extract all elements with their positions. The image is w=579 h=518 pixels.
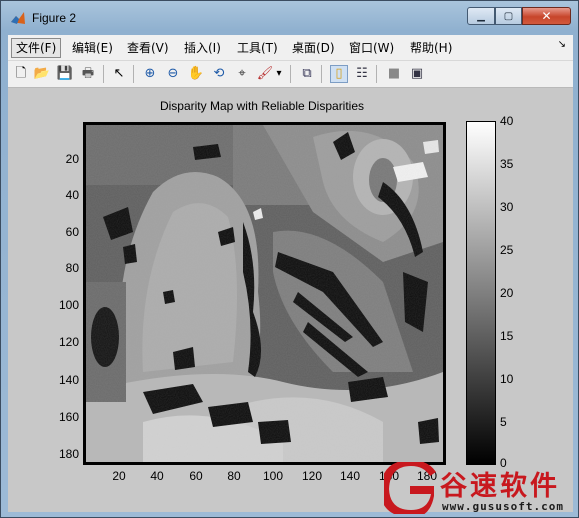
x-tick-label: 20 <box>112 469 126 483</box>
y-tick-label: 60 <box>65 225 79 239</box>
x-tick-label: 100 <box>262 469 284 483</box>
colorbar-tick-label: 15 <box>500 329 514 343</box>
toolbar-separator <box>290 65 291 83</box>
disparity-map-image <box>86 125 443 462</box>
toolbar-separator <box>321 65 322 83</box>
minimize-button[interactable]: ▁ <box>467 7 495 25</box>
toolbar-separator <box>103 65 104 83</box>
menu-insert[interactable]: 插入(I) <box>180 39 225 57</box>
save-icon[interactable]: 💾 <box>56 65 74 83</box>
legend-icon[interactable]: ☷ <box>353 65 371 83</box>
y-tick-label: 140 <box>58 373 79 387</box>
new-figure-icon[interactable]: 🗋 <box>12 65 30 83</box>
x-tick-label: 80 <box>227 469 241 483</box>
watermark-url: www.gususoft.com <box>442 500 564 513</box>
y-tick-label: 40 <box>65 188 79 202</box>
figure-toolbar: 🗋 📂 💾 🖶 ↖ ⊕ ⊖ ✋ ⟲ ⌖ 🖌 ▾ ⧉ ▯ ☷ ■ ▣ <box>8 61 573 88</box>
brush-icon[interactable]: 🖌 <box>256 65 274 83</box>
brush-menu-chevron-icon[interactable]: ▾ <box>274 65 284 83</box>
colorbar-tick-label: 30 <box>500 200 514 214</box>
rotate-3d-icon[interactable]: ⟲ <box>210 65 228 83</box>
colorbar-icon[interactable]: ▯ <box>330 65 348 83</box>
zoom-out-icon[interactable]: ⊖ <box>164 65 182 83</box>
minimize-icon: ▁ <box>477 10 485 22</box>
menu-edit[interactable]: 编辑(E) <box>68 39 117 57</box>
colorbar-tick-label: 10 <box>500 372 514 386</box>
menu-file[interactable]: 文件(F) <box>11 38 62 58</box>
y-tick-label: 80 <box>65 261 79 275</box>
y-tick-label: 20 <box>65 152 79 166</box>
gusu-logo-icon <box>384 462 436 514</box>
colorbar-tick-label: 25 <box>500 243 514 257</box>
colorbar-tick-label: 20 <box>500 286 514 300</box>
disparity-map-axes[interactable] <box>83 122 446 465</box>
figure-title: Disparity Map with Reliable Disparities <box>159 99 365 113</box>
x-tick-label: 140 <box>339 469 361 483</box>
toolbar-separator <box>376 65 377 83</box>
watermark: 谷速软件 www.gususoft.com <box>384 462 579 518</box>
title-bar[interactable]: Figure 2 ▁ ▢ ✕ <box>1 1 578 35</box>
menu-desktop[interactable]: 桌面(D) <box>288 39 339 57</box>
y-tick-label: 120 <box>58 335 79 349</box>
colorbar-tick-label: 5 <box>500 415 507 429</box>
show-tools-icon[interactable]: ▣ <box>408 65 426 83</box>
menu-dock-arrow-icon[interactable]: ↘ <box>558 39 566 50</box>
menu-window[interactable]: 窗口(W) <box>345 39 398 57</box>
colorbar-tick-label: 40 <box>500 114 514 128</box>
colorbar-tick-label: 35 <box>500 157 514 171</box>
y-tick-label: 100 <box>58 298 79 312</box>
x-tick-label: 40 <box>150 469 164 483</box>
open-file-icon[interactable]: 📂 <box>33 65 51 83</box>
y-tick-label: 180 <box>58 447 79 461</box>
watermark-brand-text: 谷速软件 <box>440 471 560 502</box>
colorbar[interactable] <box>466 121 496 465</box>
window-title: Figure 2 <box>32 11 77 25</box>
menu-view[interactable]: 查看(V) <box>123 39 173 57</box>
data-cursor-icon[interactable]: ⌖ <box>233 65 251 83</box>
maximize-button[interactable]: ▢ <box>495 7 522 25</box>
figure-window: Figure 2 ▁ ▢ ✕ 文件(F) 编辑(E) 查看(V) 插入(I) 工… <box>0 0 579 518</box>
link-plot-icon[interactable]: ⧉ <box>298 65 316 83</box>
close-button[interactable]: ✕ <box>522 7 571 25</box>
zoom-in-icon[interactable]: ⊕ <box>141 65 159 83</box>
toolbar-separator <box>133 65 134 83</box>
hide-tools-icon[interactable]: ■ <box>385 65 403 83</box>
matlab-logo-icon <box>11 12 25 24</box>
maximize-icon: ▢ <box>503 10 514 22</box>
y-tick-label: 160 <box>58 410 79 424</box>
menu-tools[interactable]: 工具(T) <box>233 39 282 57</box>
pointer-icon[interactable]: ↖ <box>110 65 128 83</box>
menu-help[interactable]: 帮助(H) <box>406 39 456 57</box>
x-tick-label: 60 <box>189 469 203 483</box>
close-icon: ✕ <box>541 9 552 23</box>
x-tick-label: 120 <box>301 469 323 483</box>
print-icon[interactable]: 🖶 <box>79 65 97 83</box>
pan-hand-icon[interactable]: ✋ <box>187 65 205 83</box>
figure-client-area: 文件(F) 编辑(E) 查看(V) 插入(I) 工具(T) 桌面(D) 窗口(W… <box>8 35 573 512</box>
menu-bar: 文件(F) 编辑(E) 查看(V) 插入(I) 工具(T) 桌面(D) 窗口(W… <box>8 35 573 61</box>
